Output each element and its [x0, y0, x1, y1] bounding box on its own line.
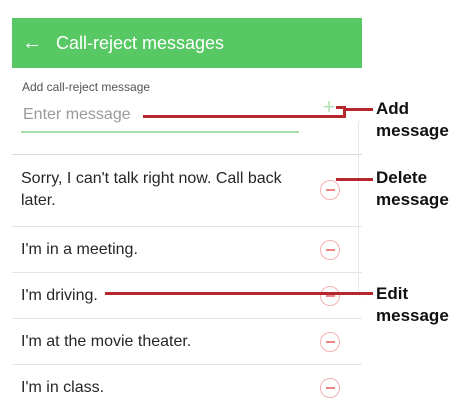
arrow-left-icon[interactable]: ←	[12, 18, 52, 68]
message-text[interactable]: I'm at the movie theater.	[12, 331, 296, 353]
delete-callout-label: Delete message	[376, 168, 449, 209]
add-message-section: Add call-reject message +	[12, 68, 362, 155]
minus-icon[interactable]	[320, 180, 340, 200]
phone-screen: ← Call-reject messages Add call-reject m…	[12, 18, 362, 405]
delete-callout-line	[336, 178, 373, 181]
list-item[interactable]: I'm in class.	[12, 365, 362, 405]
minus-icon[interactable]	[320, 285, 340, 306]
minus-icon[interactable]	[320, 239, 340, 260]
scroll-edge	[358, 118, 362, 298]
minus-icon[interactable]	[320, 331, 340, 352]
input-underline	[21, 131, 299, 133]
add-callout-label: Add message	[376, 99, 449, 140]
app-bar: ← Call-reject messages	[12, 18, 362, 68]
page-title: Call-reject messages	[56, 32, 225, 53]
list-item[interactable]: I'm in a meeting.	[12, 227, 362, 273]
edit-callout-line	[105, 292, 373, 295]
add-callout-connector	[343, 108, 373, 111]
message-text[interactable]: I'm in a meeting.	[12, 239, 296, 261]
list-item[interactable]: I'm driving.	[12, 273, 362, 319]
message-list: Sorry, I can't talk right now. Call back…	[12, 154, 362, 405]
edit-callout-label: Edit message	[376, 284, 449, 325]
message-text[interactable]: I'm in class.	[12, 377, 296, 399]
list-item[interactable]: Sorry, I can't talk right now. Call back…	[12, 154, 362, 227]
add-callout-line	[143, 115, 345, 118]
add-message-label: Add call-reject message	[22, 80, 151, 94]
list-item[interactable]: I'm at the movie theater.	[12, 319, 362, 365]
minus-icon[interactable]	[320, 377, 340, 398]
message-text[interactable]: I'm driving.	[12, 285, 296, 307]
message-text[interactable]: Sorry, I can't talk right now. Call back…	[12, 168, 296, 212]
